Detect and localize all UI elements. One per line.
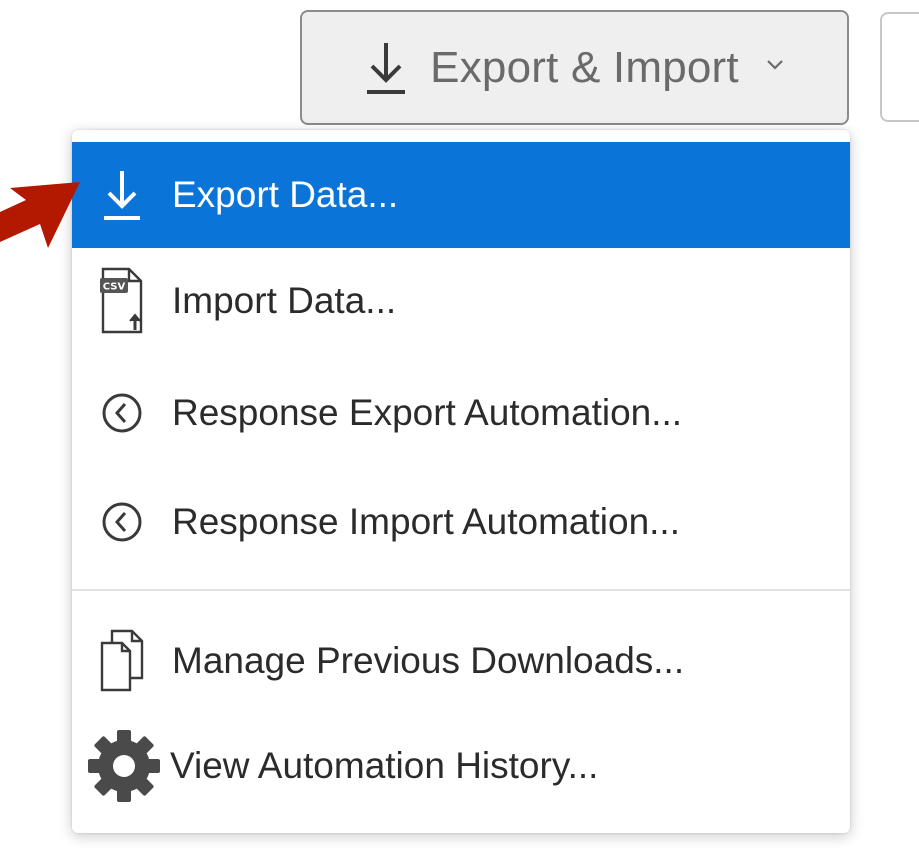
clock-icon	[72, 391, 172, 435]
menu-item-label: Import Data...	[172, 280, 397, 321]
menu-item-view-automation-history[interactable]: View Automation History...	[72, 713, 850, 819]
menu-item-export-data[interactable]: Export Data...	[72, 142, 850, 248]
svg-text:CSV: CSV	[103, 282, 126, 293]
download-icon	[72, 167, 172, 223]
menu-item-import-data[interactable]: CSV Import Data...	[72, 248, 850, 354]
menu-item-label: Export Data...	[172, 174, 399, 215]
menu-item-manage-previous-downloads[interactable]: Manage Previous Downloads...	[72, 608, 850, 714]
chevron-down-icon	[765, 58, 785, 77]
export-import-menu: Export Data... CSV Import Data... Respon…	[72, 130, 850, 833]
menu-item-label: Response Export Automation...	[172, 392, 683, 433]
clock-icon	[72, 500, 172, 544]
menu-item-label: Response Import Automation...	[172, 501, 680, 542]
menu-item-response-export-automation[interactable]: Response Export Automation...	[72, 360, 850, 466]
menu-item-label: View Automation History...	[170, 745, 599, 786]
download-icon	[364, 39, 408, 97]
page: Export & Import Export Data... CSV Impor…	[0, 0, 919, 867]
red-arrow-icon	[0, 182, 80, 248]
documents-icon	[72, 628, 172, 694]
menu-item-label: Manage Previous Downloads...	[172, 640, 685, 681]
export-import-label: Export & Import	[430, 42, 739, 92]
menu-divider	[72, 589, 850, 591]
next-toolbar-button[interactable]	[880, 12, 919, 122]
export-import-button[interactable]: Export & Import	[300, 10, 849, 125]
csv-file-upload-icon: CSV	[72, 266, 172, 336]
menu-item-response-import-automation[interactable]: Response Import Automation...	[72, 469, 850, 575]
